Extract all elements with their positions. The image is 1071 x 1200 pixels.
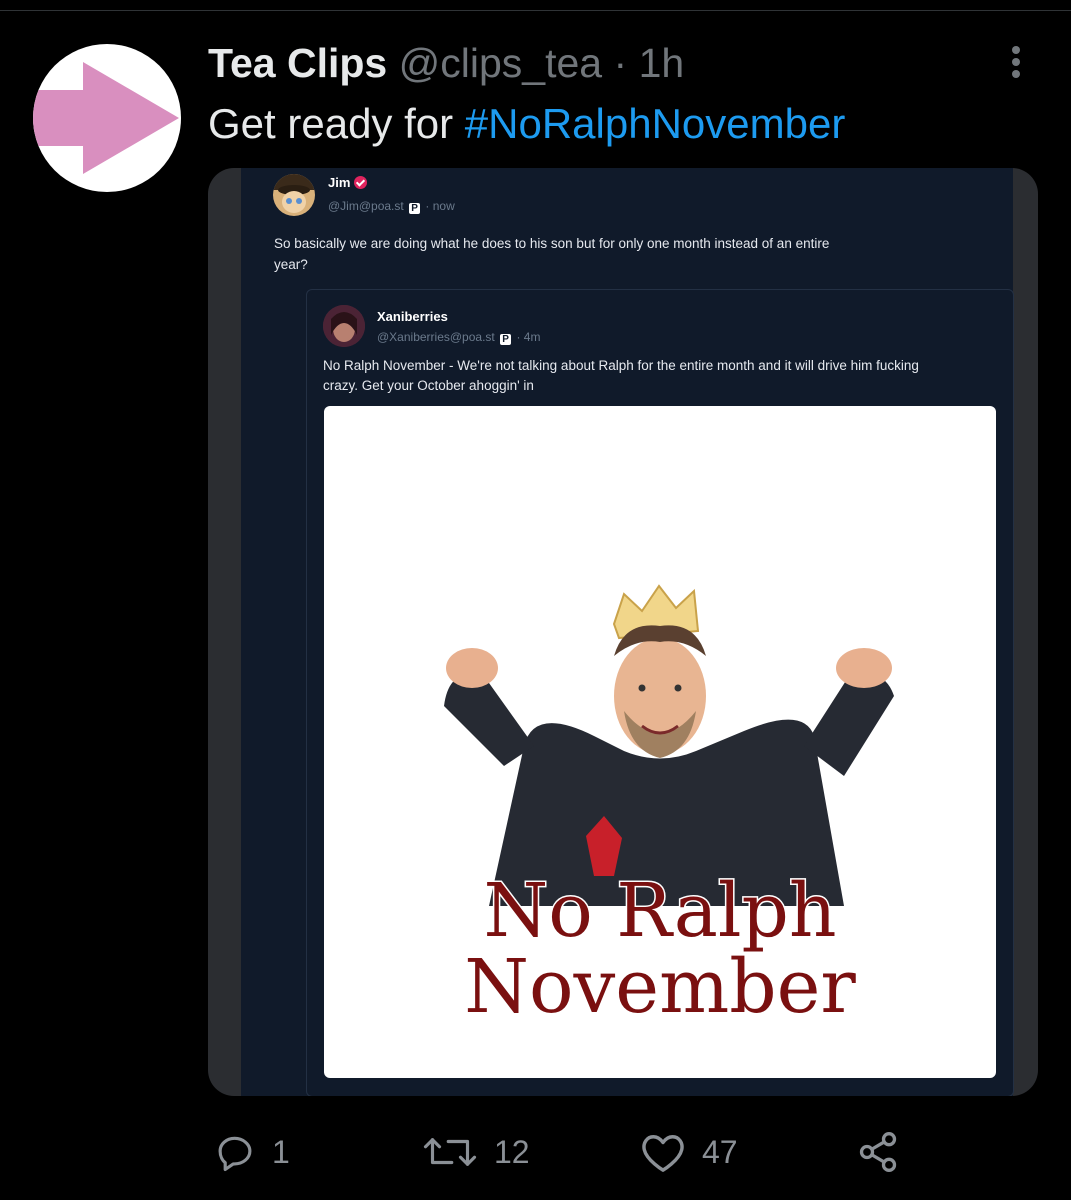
xaniberries-text-line1: No Ralph November - We're not talking ab… <box>323 358 919 373</box>
jim-time: now <box>432 199 455 213</box>
quoted-post: Xaniberries @Xaniberries@poa.st P · 4m N… <box>306 289 1014 1096</box>
meta-separator: · <box>516 330 521 344</box>
xaniberries-avatar <box>323 305 365 347</box>
more-options-dot <box>1012 70 1020 78</box>
xaniberries-author: Xaniberries <box>377 309 448 324</box>
like-count: 47 <box>702 1133 738 1170</box>
retweet-button[interactable]: 12 <box>422 1128 530 1176</box>
reply-count: 1 <box>272 1133 290 1170</box>
retweet-count: 12 <box>494 1133 530 1170</box>
xaniberries-text: No Ralph November - We're not talking ab… <box>323 356 1013 396</box>
platform-badge-icon: P <box>500 334 512 345</box>
hashtag-link[interactable]: #NoRalphNovember <box>465 100 846 147</box>
tweet-text-prefix: Get ready for <box>208 100 465 147</box>
header-separator: · <box>613 40 628 86</box>
share-button[interactable] <box>856 1128 916 1176</box>
jim-avatar <box>273 174 315 216</box>
xaniberries-time: 4m <box>523 330 541 344</box>
more-options-button[interactable] <box>1000 42 1032 82</box>
xaniberries-handle: @Xaniberries@poa.st <box>377 330 495 344</box>
top-divider <box>0 10 1071 11</box>
jim-name: Jim <box>328 175 368 190</box>
jim-handle: @Jim@poa.st <box>328 199 404 213</box>
like-button[interactable]: 47 <box>640 1128 738 1176</box>
tweet-text: Get ready for #NoRalphNovember <box>208 98 845 150</box>
pink-arrow-icon <box>33 62 179 174</box>
meme-caption-line1: No Ralph <box>483 868 836 954</box>
jim-meta: @Jim@poa.st P · now <box>328 199 455 214</box>
meme-image: No Ralph November <box>324 406 996 1078</box>
reply-button[interactable]: 1 <box>214 1128 290 1176</box>
tweet-media[interactable]: Jim @Jim@poa.st P · now So basically we … <box>208 168 1038 1096</box>
tweet-time[interactable]: 1h <box>639 40 685 86</box>
jim-text-line1: So basically we are doing what he does t… <box>274 236 830 251</box>
more-options-dot <box>1012 58 1020 66</box>
retweet-icon <box>423 1138 477 1166</box>
reply-icon <box>218 1136 252 1172</box>
more-options-icon <box>1012 46 1020 54</box>
jim-post-text: So basically we are doing what he does t… <box>274 233 994 275</box>
tweet-actions: 1 12 47 <box>0 1128 1071 1178</box>
verified-icon <box>354 176 368 189</box>
author-avatar[interactable] <box>33 44 181 192</box>
embedded-screenshot: Jim @Jim@poa.st P · now So basically we … <box>241 168 1014 1096</box>
xaniberries-meta: @Xaniberries@poa.st P · 4m <box>377 330 540 345</box>
jim-text-line2: year? <box>274 257 308 272</box>
author-name[interactable]: Tea Clips <box>208 40 387 86</box>
meta-separator: · <box>425 199 430 213</box>
heart-icon <box>642 1135 684 1172</box>
tweet-header: Tea Clips @clips_tea · 1h <box>208 38 684 88</box>
author-handle[interactable]: @clips_tea <box>399 40 602 86</box>
meme-caption-line2: November <box>464 944 856 1030</box>
jim-author: Jim <box>328 175 351 190</box>
platform-badge-icon: P <box>409 203 421 214</box>
xaniberries-text-line2: crazy. Get your October ahoggin' in <box>323 378 534 393</box>
share-icon <box>859 1132 897 1172</box>
